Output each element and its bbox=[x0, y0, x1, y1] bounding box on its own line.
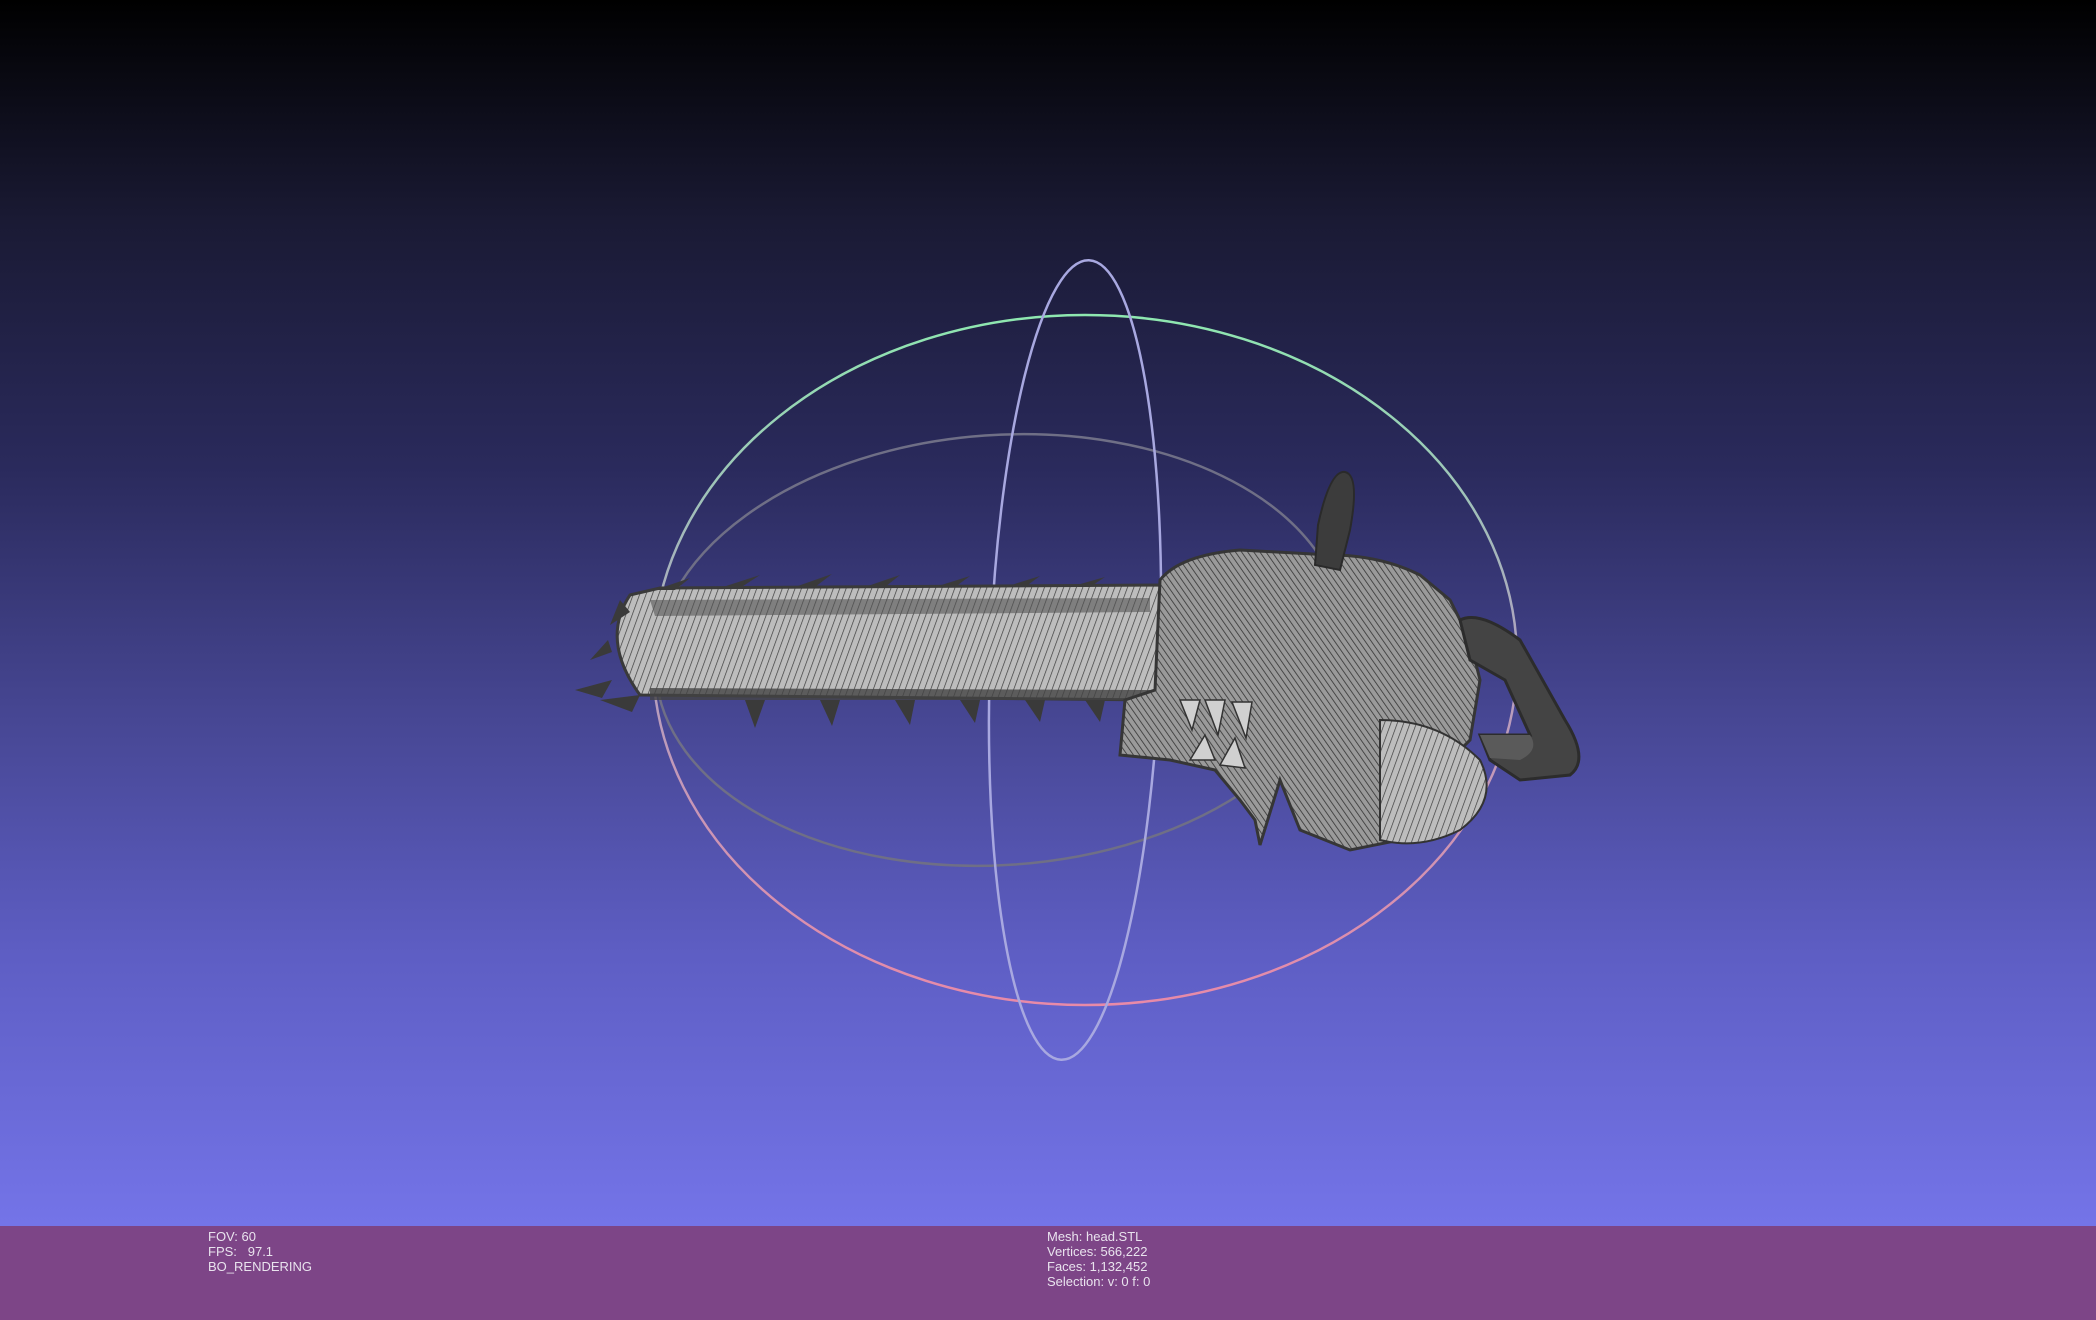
mesh-info: Mesh: head.STL Vertices: 566,222 Faces: … bbox=[1047, 1229, 1150, 1289]
render-info: FOV: 60 FPS: 97.1 BO_RENDERING bbox=[208, 1229, 312, 1274]
scene-canvas[interactable] bbox=[0, 0, 2096, 1226]
faces-label: Faces: 1,132,452 bbox=[1047, 1259, 1148, 1274]
vertices-label: Vertices: 566,222 bbox=[1047, 1244, 1148, 1259]
render-mode-label: BO_RENDERING bbox=[208, 1259, 313, 1274]
fps-label: FPS: 97.1 bbox=[208, 1244, 274, 1259]
3d-viewport[interactable] bbox=[0, 0, 2096, 1226]
status-bar: FOV: 60 FPS: 97.1 BO_RENDERING Mesh: hea… bbox=[0, 1226, 2096, 1320]
mesh-name-label: Mesh: head.STL bbox=[1047, 1229, 1143, 1244]
selection-label: Selection: v: 0 f: 0 bbox=[1047, 1274, 1151, 1289]
fov-label: FOV: 60 bbox=[208, 1229, 256, 1244]
